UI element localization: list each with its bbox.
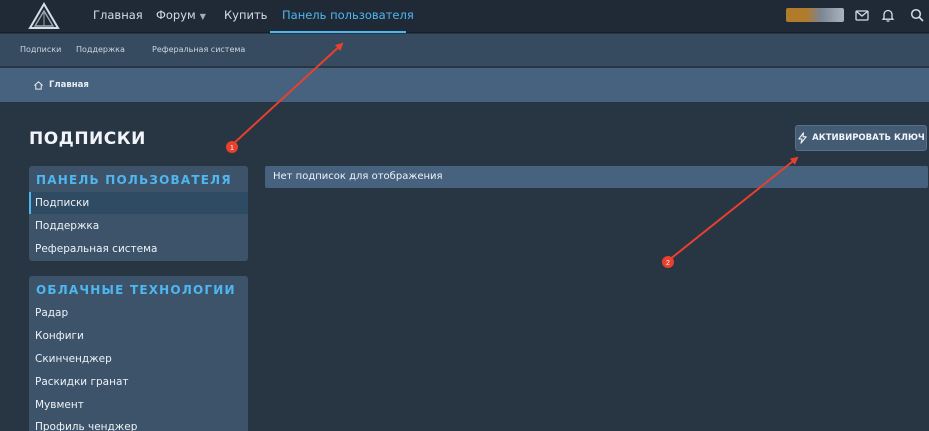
sidebar-cloud-tech: ОБЛАЧНЫЕ ТЕХНОЛОГИИ Радар Конфиги Скинче… bbox=[29, 276, 248, 431]
annotation-marker-2 bbox=[662, 256, 674, 268]
sidebar-item-skinchanger[interactable]: Скинченджер bbox=[29, 348, 248, 370]
activate-key-label: АКТИВИРОВАТЬ КЛЮЧ bbox=[812, 133, 925, 143]
sidebar-item-radar[interactable]: Радар bbox=[29, 302, 248, 324]
sidebar-item-movement[interactable]: Мувмент bbox=[29, 394, 248, 416]
sidebar-item-support[interactable]: Поддержка bbox=[29, 215, 248, 237]
sidebar-item-profile-changer[interactable]: Профиль ченджер bbox=[29, 416, 248, 431]
page-title: ПОДПИСКИ bbox=[29, 129, 146, 149]
mail-icon[interactable] bbox=[854, 7, 870, 23]
annotation-marker-1-label: 1 bbox=[230, 145, 234, 152]
sidebar-item-grenades[interactable]: Раскидки гранат bbox=[29, 371, 248, 393]
empty-subscriptions-message: Нет подписок для отображения bbox=[265, 166, 928, 188]
home-icon[interactable] bbox=[33, 80, 44, 91]
active-tab-indicator bbox=[270, 31, 406, 33]
annotation-marker-2-label: 2 bbox=[666, 260, 670, 267]
annotation-marker-1 bbox=[226, 141, 238, 153]
subnav-support-link[interactable]: Поддержка bbox=[76, 45, 125, 54]
breadcrumb-home-link[interactable]: Главная bbox=[49, 80, 89, 90]
bolt-icon bbox=[798, 132, 807, 144]
nav-buy-link[interactable]: Купить bbox=[224, 8, 267, 22]
site-logo-icon[interactable] bbox=[28, 2, 60, 30]
nav-user-panel-link[interactable]: Панель пользователя bbox=[282, 8, 414, 22]
nav-home-link[interactable]: Главная bbox=[93, 8, 143, 22]
sidebar-user-panel: ПАНЕЛЬ ПОЛЬЗОВАТЕЛЯ Подписки Поддержка Р… bbox=[29, 166, 248, 261]
subnav-subscriptions-link[interactable]: Подписки bbox=[20, 45, 61, 54]
sidebar-item-subscriptions[interactable]: Подписки bbox=[29, 192, 248, 214]
activate-key-button[interactable]: АКТИВИРОВАТЬ КЛЮЧ bbox=[795, 125, 927, 151]
sidebar-item-referral[interactable]: Реферальная система bbox=[29, 238, 248, 260]
breadcrumb: Главная bbox=[0, 68, 929, 102]
sub-navbar: Подписки Поддержка Реферальная система bbox=[0, 34, 929, 66]
sidebar-heading-cloud-tech: ОБЛАЧНЫЕ ТЕХНОЛОГИИ bbox=[36, 283, 236, 297]
top-navbar: Главная Форум ▼ Купить Панель пользовател… bbox=[0, 0, 929, 33]
chevron-down-icon: ▼ bbox=[199, 12, 206, 21]
search-icon[interactable] bbox=[909, 7, 925, 23]
sidebar-item-configs[interactable]: Конфиги bbox=[29, 325, 248, 347]
nav-forum-link[interactable]: Форум ▼ bbox=[156, 8, 206, 22]
bell-icon[interactable] bbox=[880, 7, 896, 23]
user-avatar-blurred[interactable] bbox=[786, 8, 844, 22]
subnav-referral-link[interactable]: Реферальная система bbox=[152, 45, 245, 54]
sidebar-heading-user-panel: ПАНЕЛЬ ПОЛЬЗОВАТЕЛЯ bbox=[36, 173, 232, 187]
nav-forum-label: Форум bbox=[156, 8, 196, 22]
